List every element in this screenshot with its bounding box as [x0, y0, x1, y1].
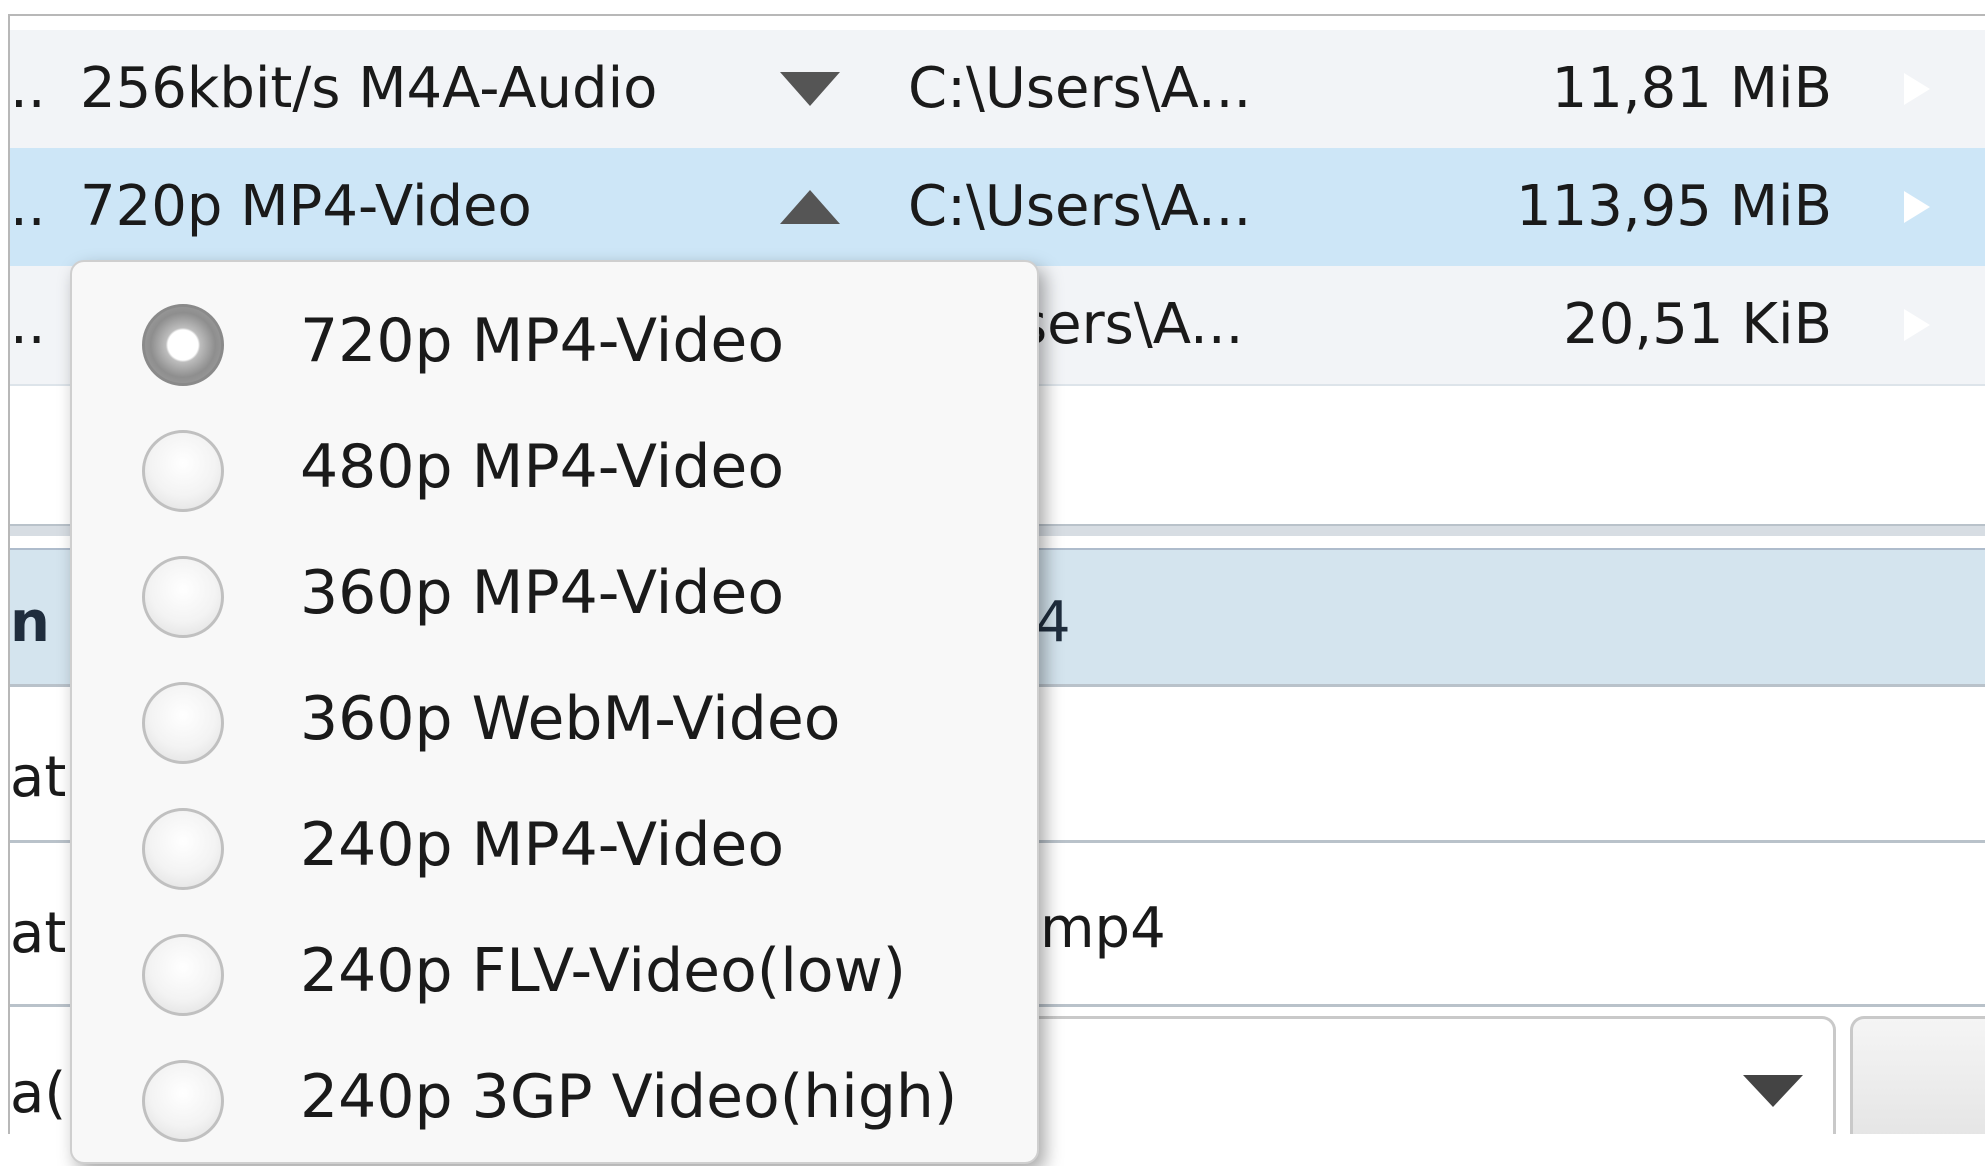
side-button[interactable]: [1850, 1016, 1985, 1134]
file-size: 11,81 MiB: [1551, 56, 1832, 121]
format-option-360p-mp4[interactable]: 360p MP4-Video: [72, 536, 1037, 662]
format-option-label: 360p WebM-Video: [300, 684, 841, 754]
format-option-480p-mp4[interactable]: 480p MP4-Video: [72, 410, 1037, 536]
format-option-720p-mp4[interactable]: 720p MP4-Video: [72, 284, 1037, 410]
play-icon[interactable]: [1868, 174, 1964, 240]
format-option-240p-flv-low[interactable]: 240p FLV-Video(low): [72, 914, 1037, 1040]
format-option-label: 360p MP4-Video: [300, 558, 785, 628]
format-option-label: 240p FLV-Video(low): [300, 936, 907, 1006]
radio-icon[interactable]: [142, 556, 224, 638]
format-option-360p-webm[interactable]: 360p WebM-Video: [72, 662, 1037, 788]
chevron-down-icon[interactable]: [1743, 1075, 1803, 1107]
play-icon[interactable]: [1868, 56, 1964, 122]
bottom-combobox[interactable]: [1010, 1016, 1836, 1134]
play-icon[interactable]: [1868, 292, 1964, 358]
download-row[interactable]: .. 256kbit/s M4A-Audio C:\Users\A... 11,…: [10, 30, 1985, 148]
format-option-label: 240p MP4-Video: [300, 810, 785, 880]
format-label[interactable]: 720p MP4-Video: [80, 148, 532, 266]
details-header-label: n: [10, 590, 50, 655]
radio-icon[interactable]: [142, 1060, 224, 1142]
format-option-240p-3gp-high[interactable]: 240p 3GP Video(high): [72, 1040, 1037, 1166]
format-option-label: 480p MP4-Video: [300, 432, 785, 502]
download-row-selected[interactable]: .. 720p MP4-Video C:\Users\A... 113,95 M…: [10, 148, 1985, 266]
truncated-name: ..: [10, 292, 46, 357]
radio-icon[interactable]: [142, 682, 224, 764]
file-size: 113,95 MiB: [1515, 174, 1832, 239]
truncated-name: ..: [10, 174, 46, 239]
format-option-label: 240p 3GP Video(high): [300, 1062, 958, 1132]
filename-field-value: mp4: [1040, 896, 1166, 961]
bottom-field-label: a(: [10, 1061, 67, 1126]
file-size: 20,51 KiB: [1563, 292, 1832, 357]
save-path[interactable]: C:\Users\A...: [908, 30, 1251, 148]
format-label[interactable]: 256kbit/s M4A-Audio: [80, 30, 657, 148]
save-path[interactable]: sers\A...: [1018, 266, 1243, 384]
truncated-name: ..: [10, 56, 46, 121]
format-option-240p-mp4[interactable]: 240p MP4-Video: [72, 788, 1037, 914]
format-option-label: 720p MP4-Video: [300, 306, 785, 376]
format-dropdown-menu: 720p MP4-Video 480p MP4-Video 360p MP4-V…: [70, 260, 1039, 1164]
radio-icon[interactable]: [142, 808, 224, 890]
radio-icon[interactable]: [142, 430, 224, 512]
radio-selected-icon[interactable]: [142, 304, 224, 386]
save-path[interactable]: C:\Users\A...: [908, 148, 1251, 266]
details-header-value: 4: [1035, 590, 1071, 655]
radio-icon[interactable]: [142, 934, 224, 1016]
